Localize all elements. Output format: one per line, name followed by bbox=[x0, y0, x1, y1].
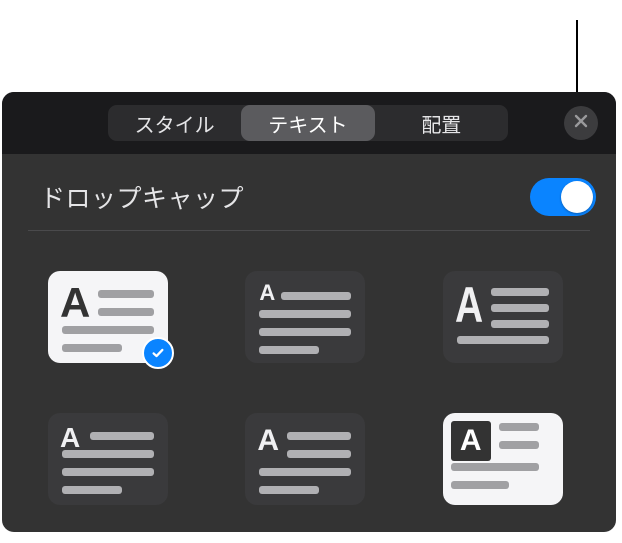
close-button[interactable] bbox=[564, 106, 598, 140]
dropcap-row: ドロップキャップ bbox=[28, 174, 590, 231]
letter-a-icon: A bbox=[259, 282, 275, 304]
dropcap-style-2-preview: A bbox=[259, 286, 351, 348]
dropcap-style-5[interactable]: A bbox=[245, 413, 365, 505]
dropcap-style-2[interactable]: A bbox=[245, 271, 365, 363]
tab-style[interactable]: スタイル bbox=[108, 105, 241, 141]
letter-a-icon: A bbox=[460, 426, 482, 456]
selected-check-icon bbox=[142, 337, 174, 369]
dropcap-style-1[interactable]: A bbox=[48, 271, 168, 363]
dropcap-style-grid: A A A bbox=[28, 231, 590, 505]
dropcap-style-6[interactable]: A bbox=[443, 413, 563, 505]
dropcap-style-6-preview: A bbox=[443, 413, 563, 505]
dropcap-style-4-preview: A bbox=[62, 428, 154, 490]
dropcap-style-5-preview: A bbox=[259, 428, 351, 490]
tab-layout[interactable]: 配置 bbox=[375, 105, 508, 141]
reversed-plate: A bbox=[451, 421, 491, 461]
letter-a-icon: A bbox=[257, 426, 279, 456]
letter-a-icon: A bbox=[60, 282, 90, 324]
tab-layout-label: 配置 bbox=[421, 109, 461, 138]
tab-segmented-control: スタイル テキスト 配置 bbox=[108, 105, 508, 141]
panel-tabbar: スタイル テキスト 配置 bbox=[2, 92, 616, 154]
dropcap-title: ドロップキャップ bbox=[40, 179, 244, 215]
tab-style-label: スタイル bbox=[135, 109, 215, 138]
close-icon bbox=[573, 113, 589, 134]
tab-text-label: テキスト bbox=[268, 109, 347, 138]
dropcap-toggle[interactable] bbox=[530, 178, 596, 216]
panel-content: ドロップキャップ A A bbox=[2, 154, 616, 505]
tab-text[interactable]: テキスト bbox=[241, 105, 374, 141]
letter-a-icon: A bbox=[60, 424, 80, 452]
dropcap-style-3[interactable]: A bbox=[443, 271, 563, 363]
dropcap-style-3-preview: A bbox=[457, 286, 549, 348]
dropcap-style-4[interactable]: A bbox=[48, 413, 168, 505]
letter-a-icon: A bbox=[455, 280, 483, 330]
toggle-knob bbox=[561, 181, 593, 213]
text-format-panel: スタイル テキスト 配置 ドロップキャップ bbox=[2, 92, 616, 532]
dropcap-style-1-preview: A bbox=[62, 286, 154, 348]
